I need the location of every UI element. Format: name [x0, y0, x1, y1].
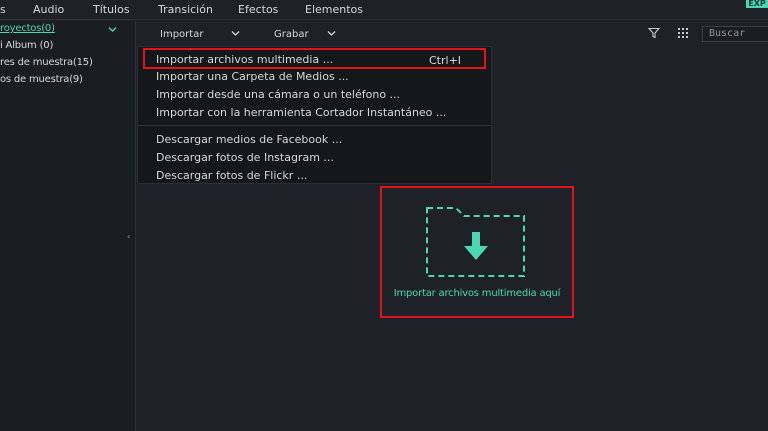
sidebar-item-count: (9): [69, 74, 83, 85]
highlight-box: [143, 48, 486, 69]
sidebar-item-projects[interactable]: royectos(0): [0, 23, 55, 34]
sidebar-item-album[interactable]: i Album (0): [0, 40, 53, 51]
top-tab-bar: s Audio Títulos Transición Efectos Eleme…: [0, 0, 768, 20]
record-dropdown-button[interactable]: Grabar: [274, 29, 309, 40]
chevron-down-icon[interactable]: [108, 25, 117, 34]
sidebar-item-count: (15): [72, 57, 93, 68]
import-drop-zone[interactable]: Importar archivos multimedia aquí: [380, 186, 574, 318]
sidebar-item-sample-colors[interactable]: res de muestra(15): [0, 57, 93, 68]
export-badge[interactable]: EXP: [746, 0, 768, 8]
tab-media[interactable]: s: [0, 3, 6, 16]
sidebar-item-count: (0): [39, 40, 54, 51]
menu-item-download-facebook[interactable]: Descargar medios de Facebook ...: [156, 133, 342, 146]
media-toolbar: Importar Grabar Buscar: [137, 21, 768, 46]
menu-item-import-media-folder[interactable]: Importar una Carpeta de Medios ...: [156, 70, 349, 83]
tab-effects[interactable]: Efectos: [238, 3, 278, 16]
sidebar-item-label: os de muestra: [0, 74, 70, 85]
menu-item-import-from-camera[interactable]: Importar desde una cámara o un teléfono …: [156, 88, 400, 101]
sidebar-item-sample-videos[interactable]: os de muestra(9): [0, 74, 83, 85]
media-sidebar: royectos(0) i Album (0) res de muestra(1…: [0, 21, 136, 431]
tab-elements[interactable]: Elementos: [305, 3, 363, 16]
menu-item-download-flickr[interactable]: Descargar fotos de Flickr ...: [156, 169, 307, 182]
menu-divider: [138, 125, 491, 126]
menu-item-import-instant-cutter[interactable]: Importar con la herramienta Cortador Ins…: [156, 106, 446, 119]
chevron-down-icon[interactable]: [231, 30, 240, 37]
filter-icon[interactable]: [648, 27, 660, 39]
menu-item-download-instagram[interactable]: Descargar fotos de Instagram ...: [156, 151, 334, 164]
sidebar-item-count: (0): [41, 23, 55, 34]
tab-titles[interactable]: Títulos: [93, 3, 130, 16]
folder-download-icon: [426, 207, 525, 277]
chevron-down-icon[interactable]: [327, 30, 336, 37]
tab-audio[interactable]: Audio: [33, 3, 64, 16]
sidebar-item-label: i Album: [0, 40, 37, 51]
sidebar-item-label: royectos: [0, 23, 42, 34]
sidebar-item-label: res de muestra: [0, 57, 73, 68]
drop-zone-label: Importar archivos multimedia aquí: [393, 288, 561, 299]
search-input[interactable]: Buscar: [702, 26, 768, 42]
grid-view-icon[interactable]: [677, 27, 689, 39]
collapse-sidebar-icon[interactable]: ‹: [127, 232, 130, 241]
import-dropdown-button[interactable]: Importar: [160, 29, 203, 40]
tab-transition[interactable]: Transición: [158, 3, 213, 16]
